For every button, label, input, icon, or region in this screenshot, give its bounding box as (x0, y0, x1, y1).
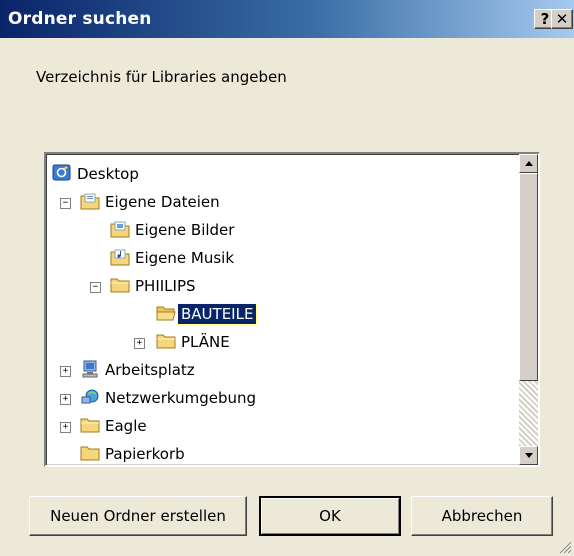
browse-folder-dialog: Ordner suchen ? ✕ Verzeichnis für Librar… (0, 0, 574, 556)
expand-toggle[interactable]: + (60, 394, 71, 405)
expand-toggle[interactable]: + (134, 338, 145, 349)
folder-icon (110, 276, 130, 294)
vertical-scrollbar[interactable] (519, 154, 538, 465)
folder-tree[interactable]: Desktop − Eigene Dateien Eigene Bilder E… (44, 152, 540, 467)
tree-item-label: Eagle (105, 417, 147, 435)
tree-item-label: Netzwerkumgebung (105, 389, 257, 407)
tree-item-label: BAUTEILE (176, 303, 258, 325)
folder-icon (80, 416, 100, 434)
resize-grip-icon[interactable] (556, 538, 572, 554)
desktop-icon (52, 164, 72, 182)
tree-item-label: PHIILIPS (135, 277, 196, 295)
window-title: Ordner suchen (8, 9, 152, 29)
scroll-track[interactable] (519, 381, 538, 446)
computer-icon (80, 360, 100, 378)
collapse-toggle[interactable]: − (60, 198, 71, 209)
ok-button[interactable]: OK (259, 496, 401, 536)
cancel-button[interactable]: Abbrechen (411, 496, 553, 536)
folder-pictures-icon (110, 220, 130, 238)
scroll-down-button[interactable] (519, 446, 538, 465)
tree-item-label: PLÄNE (181, 333, 230, 351)
tree-item-label: Arbeitsplatz (105, 361, 195, 379)
folder-icon (156, 332, 176, 350)
arrow-up-icon (525, 161, 533, 166)
folder-documents-icon (80, 192, 100, 210)
new-folder-button[interactable]: Neuen Ordner erstellen (29, 496, 247, 536)
tree-item-label: Eigene Musik (135, 249, 235, 267)
expand-toggle[interactable]: + (60, 366, 71, 377)
arrow-down-icon (525, 453, 533, 458)
folder-icon (80, 444, 100, 462)
tree-item-label: Desktop (77, 165, 139, 183)
scroll-thumb[interactable] (519, 173, 538, 381)
tree-item-label: Eigene Dateien (105, 193, 220, 211)
collapse-toggle[interactable]: − (90, 282, 101, 293)
close-button[interactable]: ✕ (551, 9, 573, 29)
folder-music-icon (110, 248, 130, 266)
expand-toggle[interactable]: + (60, 422, 71, 433)
scroll-up-button[interactable] (519, 154, 538, 173)
title-bar[interactable]: Ordner suchen ? ✕ (0, 0, 574, 38)
instruction-text: Verzeichnis für Libraries angeben (36, 68, 287, 86)
open-folder-icon (156, 304, 176, 322)
tree-item-label: Papierkorb (105, 445, 185, 463)
tree-item-label: Eigene Bilder (135, 221, 235, 239)
network-icon (80, 388, 100, 406)
